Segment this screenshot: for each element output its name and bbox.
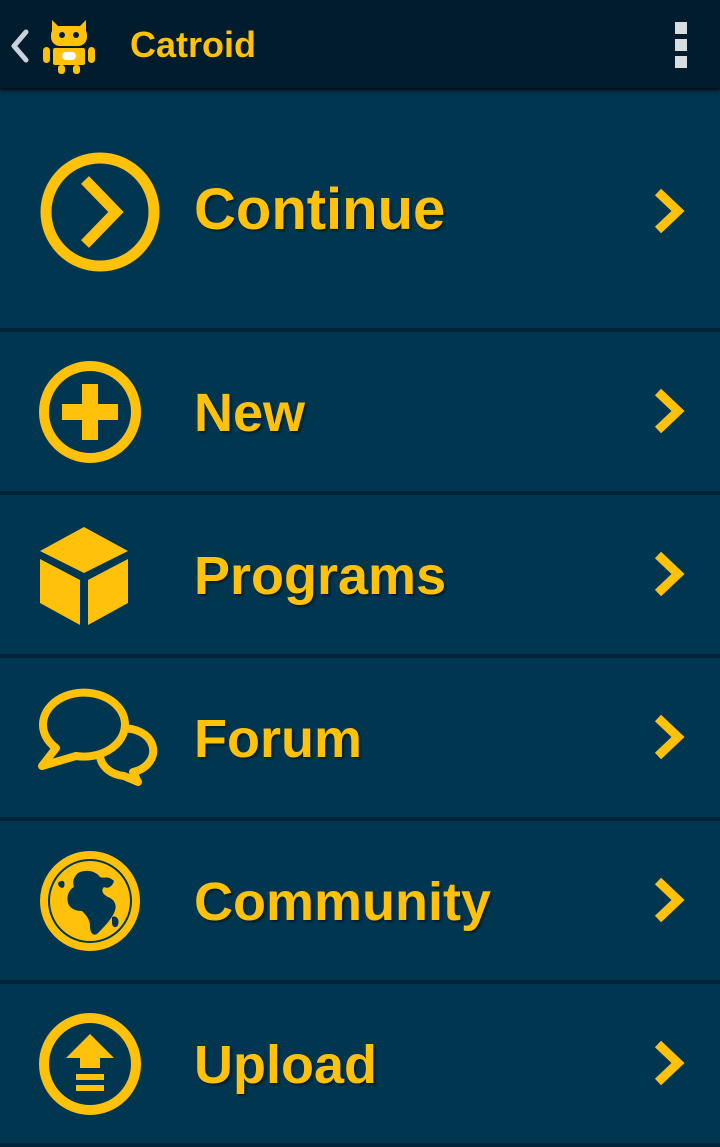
- upload-circle-icon: [38, 1012, 142, 1116]
- menu-item-community[interactable]: Community: [0, 821, 720, 984]
- app-title: Catroid: [130, 24, 256, 65]
- cube-icon: [38, 523, 142, 627]
- app-bar: Catroid: [0, 0, 720, 88]
- menu-item-upload[interactable]: Upload: [0, 984, 720, 1147]
- plus-circle-icon: [38, 360, 142, 464]
- menu-item-label: Programs: [194, 546, 447, 606]
- play-circle-icon: [38, 150, 162, 274]
- chevron-right-icon: [650, 875, 686, 925]
- menu-item-programs[interactable]: Programs: [0, 495, 720, 658]
- back-chevron-icon[interactable]: [8, 28, 32, 64]
- menu-item-new[interactable]: New: [0, 332, 720, 495]
- chevron-right-icon: [650, 712, 686, 762]
- menu-item-continue[interactable]: Continue: [0, 90, 720, 332]
- main-menu: Continue New Programs Forum Community Up…: [0, 90, 720, 1147]
- chevron-right-icon: [650, 549, 686, 599]
- chat-bubbles-icon: [38, 686, 158, 790]
- menu-item-label: Continue: [194, 177, 446, 242]
- menu-item-label: Upload: [194, 1035, 377, 1095]
- menu-item-label: Community: [194, 872, 491, 932]
- chevron-right-icon: [650, 386, 686, 436]
- chevron-right-icon: [650, 1038, 686, 1088]
- overflow-menu-icon[interactable]: [666, 20, 696, 70]
- chevron-right-icon: [650, 186, 686, 236]
- menu-item-label: New: [194, 383, 306, 443]
- globe-icon: [38, 849, 142, 953]
- menu-item-forum[interactable]: Forum: [0, 658, 720, 821]
- menu-item-label: Forum: [194, 709, 362, 769]
- catroid-logo-icon[interactable]: [42, 16, 96, 74]
